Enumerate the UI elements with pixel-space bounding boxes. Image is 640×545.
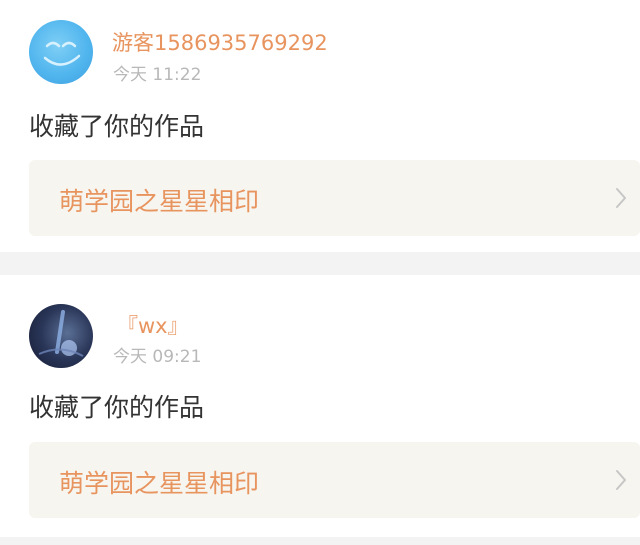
avatar[interactable] [29, 304, 93, 368]
username[interactable]: 游客1586935769292 [112, 27, 328, 57]
timestamp: 今天 09:21 [113, 347, 202, 367]
avatar[interactable] [29, 20, 93, 84]
chevron-right-icon [616, 188, 626, 208]
timestamp: 今天 11:22 [113, 65, 202, 85]
notification-card: 游客1586935769292 今天 11:22 收藏了你的作品 萌学园之星星相… [0, 0, 640, 252]
work-title: 萌学园之星星相印 [59, 469, 260, 498]
username[interactable]: 『wx』 [117, 310, 189, 340]
work-link[interactable]: 萌学园之星星相印 [29, 160, 640, 236]
activity-text: 收藏了你的作品 [29, 112, 205, 141]
work-title: 萌学园之星星相印 [59, 187, 260, 216]
work-link[interactable]: 萌学园之星星相印 [29, 442, 640, 518]
smiley-icon [43, 41, 81, 66]
chevron-right-icon [616, 470, 626, 490]
activity-text: 收藏了你的作品 [29, 393, 205, 422]
avatar-image-icon [38, 310, 84, 357]
